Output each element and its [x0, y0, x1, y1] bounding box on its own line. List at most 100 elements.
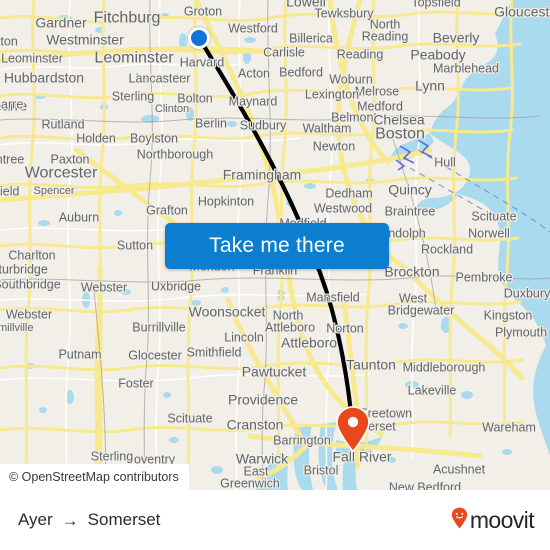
map-label: Grafton — [146, 203, 188, 218]
map-label: Westford — [228, 21, 278, 36]
map-label: Barrington — [273, 433, 331, 448]
route-origin-label: Ayer — [18, 510, 53, 529]
map-label: Newton — [312, 139, 356, 154]
map-label: Cranston — [226, 416, 284, 433]
map-label: Bridgewater — [387, 303, 455, 318]
map-label: Greenwich — [220, 476, 280, 490]
map-label: ntree — [0, 152, 25, 167]
map-label: Kingston — [483, 308, 533, 323]
origin-marker[interactable] — [188, 27, 210, 49]
map-label: Barre — [0, 97, 24, 112]
map-label: Braintree — [384, 204, 436, 219]
map-label: Medford — [357, 99, 403, 114]
map-label: Lowell — [286, 0, 326, 10]
map-label: Clinton — [154, 103, 190, 116]
map-label: Harvard — [179, 55, 225, 70]
map-label: Middleborough — [402, 360, 486, 375]
map-label: Holden — [76, 131, 116, 146]
map-label: Lincoln — [224, 330, 264, 345]
map-label: Webster — [80, 280, 128, 295]
map-label: Westminster — [46, 31, 124, 48]
map-label: Barre — [0, 97, 28, 114]
map-label: Foster — [118, 376, 154, 391]
map-label: Mansfield — [306, 290, 360, 305]
map-label: Paxton — [50, 152, 90, 167]
map-label: Norton — [326, 321, 364, 336]
map-label: Pawtucket — [241, 363, 307, 380]
moovit-wordmark: moovit — [469, 506, 535, 533]
map-label: Scituate — [471, 209, 517, 224]
map-label: Tewksbury — [314, 6, 374, 21]
map-attribution[interactable]: © OpenStreetMap contributors — [0, 464, 189, 490]
map-label: Hubbardston — [3, 69, 85, 86]
map-label: Leominster — [1, 51, 63, 66]
map-label: Carlisle — [263, 45, 305, 60]
map-label: North — [369, 17, 401, 32]
map-label: Chelsea — [373, 111, 425, 128]
map-label: Melrose — [354, 84, 400, 99]
route-destination-label: Somerset — [87, 510, 161, 529]
map-label: Groton — [183, 4, 223, 19]
map-label: Rockland — [420, 242, 474, 257]
map-label: Boston — [375, 125, 425, 143]
map-label: Plymouth — [494, 325, 548, 340]
map-label: Lexington — [304, 87, 360, 102]
map-label: Sterling — [111, 89, 155, 104]
map-label: Auburn — [58, 210, 100, 225]
map-label: Uxbridge — [150, 279, 202, 294]
map-label: Berlin — [195, 116, 227, 131]
attribution-text: © OpenStreetMap contributors — [9, 470, 179, 484]
map-label: Scituate — [167, 411, 213, 426]
map-label: ston — [0, 34, 18, 49]
map-label: Belmont — [331, 110, 377, 125]
map-label: Putnam — [58, 347, 102, 362]
map-label: Charlton — [8, 248, 56, 263]
map-label: Bumillville — [0, 322, 34, 335]
map-label: Dedham — [325, 186, 373, 201]
map-label: Pembroke — [455, 270, 513, 285]
map-label: Bristol — [303, 463, 339, 478]
map-label: Norwell — [468, 226, 510, 241]
destination-marker[interactable] — [336, 406, 370, 453]
map-label: Reading — [361, 29, 409, 44]
map-label: Gloucester — [494, 3, 550, 20]
map-label: Warwick — [235, 450, 289, 467]
moovit-pin-icon — [451, 507, 468, 534]
map-label: Peabody — [410, 46, 466, 63]
map-label: Waltham — [302, 121, 352, 136]
map-label: Attleboro — [280, 334, 338, 351]
map-label: North — [272, 308, 304, 323]
take-me-there-button[interactable]: Take me there — [165, 223, 389, 269]
map-label: Burrillville — [132, 320, 186, 335]
map-label: Boylston — [130, 131, 178, 146]
map-label: Leominster — [94, 49, 174, 67]
map-label: Marblehead — [432, 61, 500, 76]
map-label: Webster — [5, 307, 53, 322]
map-label: Topsfield — [411, 0, 461, 10]
map-label: Woonsocket — [188, 303, 266, 320]
map-canvas[interactable]: Gardner Fitchburg Westminster Leominster Hub… — [0, 0, 550, 490]
map-label: Maynard — [228, 94, 278, 109]
map-label: Hull — [434, 155, 456, 170]
map-label: East — [243, 464, 269, 479]
map-label: Lakeville — [407, 383, 457, 398]
map-label: Smithfield — [186, 345, 242, 360]
map-label: Wareham — [482, 420, 536, 435]
map-label: Westwood — [313, 201, 373, 216]
map-label: New Bedford — [388, 480, 462, 490]
map-label: Rutland — [41, 117, 85, 132]
map-label: Acton — [238, 66, 270, 81]
map-label: Framingham — [222, 166, 302, 183]
map-label: Sterling — [90, 449, 134, 464]
map-label: Billerica — [289, 31, 333, 46]
map-label: Glocester — [128, 348, 182, 363]
map-label: Hopkinton — [197, 194, 255, 209]
footer-bar: Ayer → Somerset moovit — [0, 490, 550, 550]
moovit-logo[interactable]: moovit — [451, 506, 535, 534]
map-label: Sutton — [116, 238, 154, 253]
map-label: Spencer — [33, 185, 75, 198]
map-label: Attleboro — [264, 320, 316, 335]
map-label: Lancaster — [128, 71, 184, 86]
map-label: Northborough — [136, 147, 214, 162]
map-label: Sturbridge — [0, 262, 48, 277]
